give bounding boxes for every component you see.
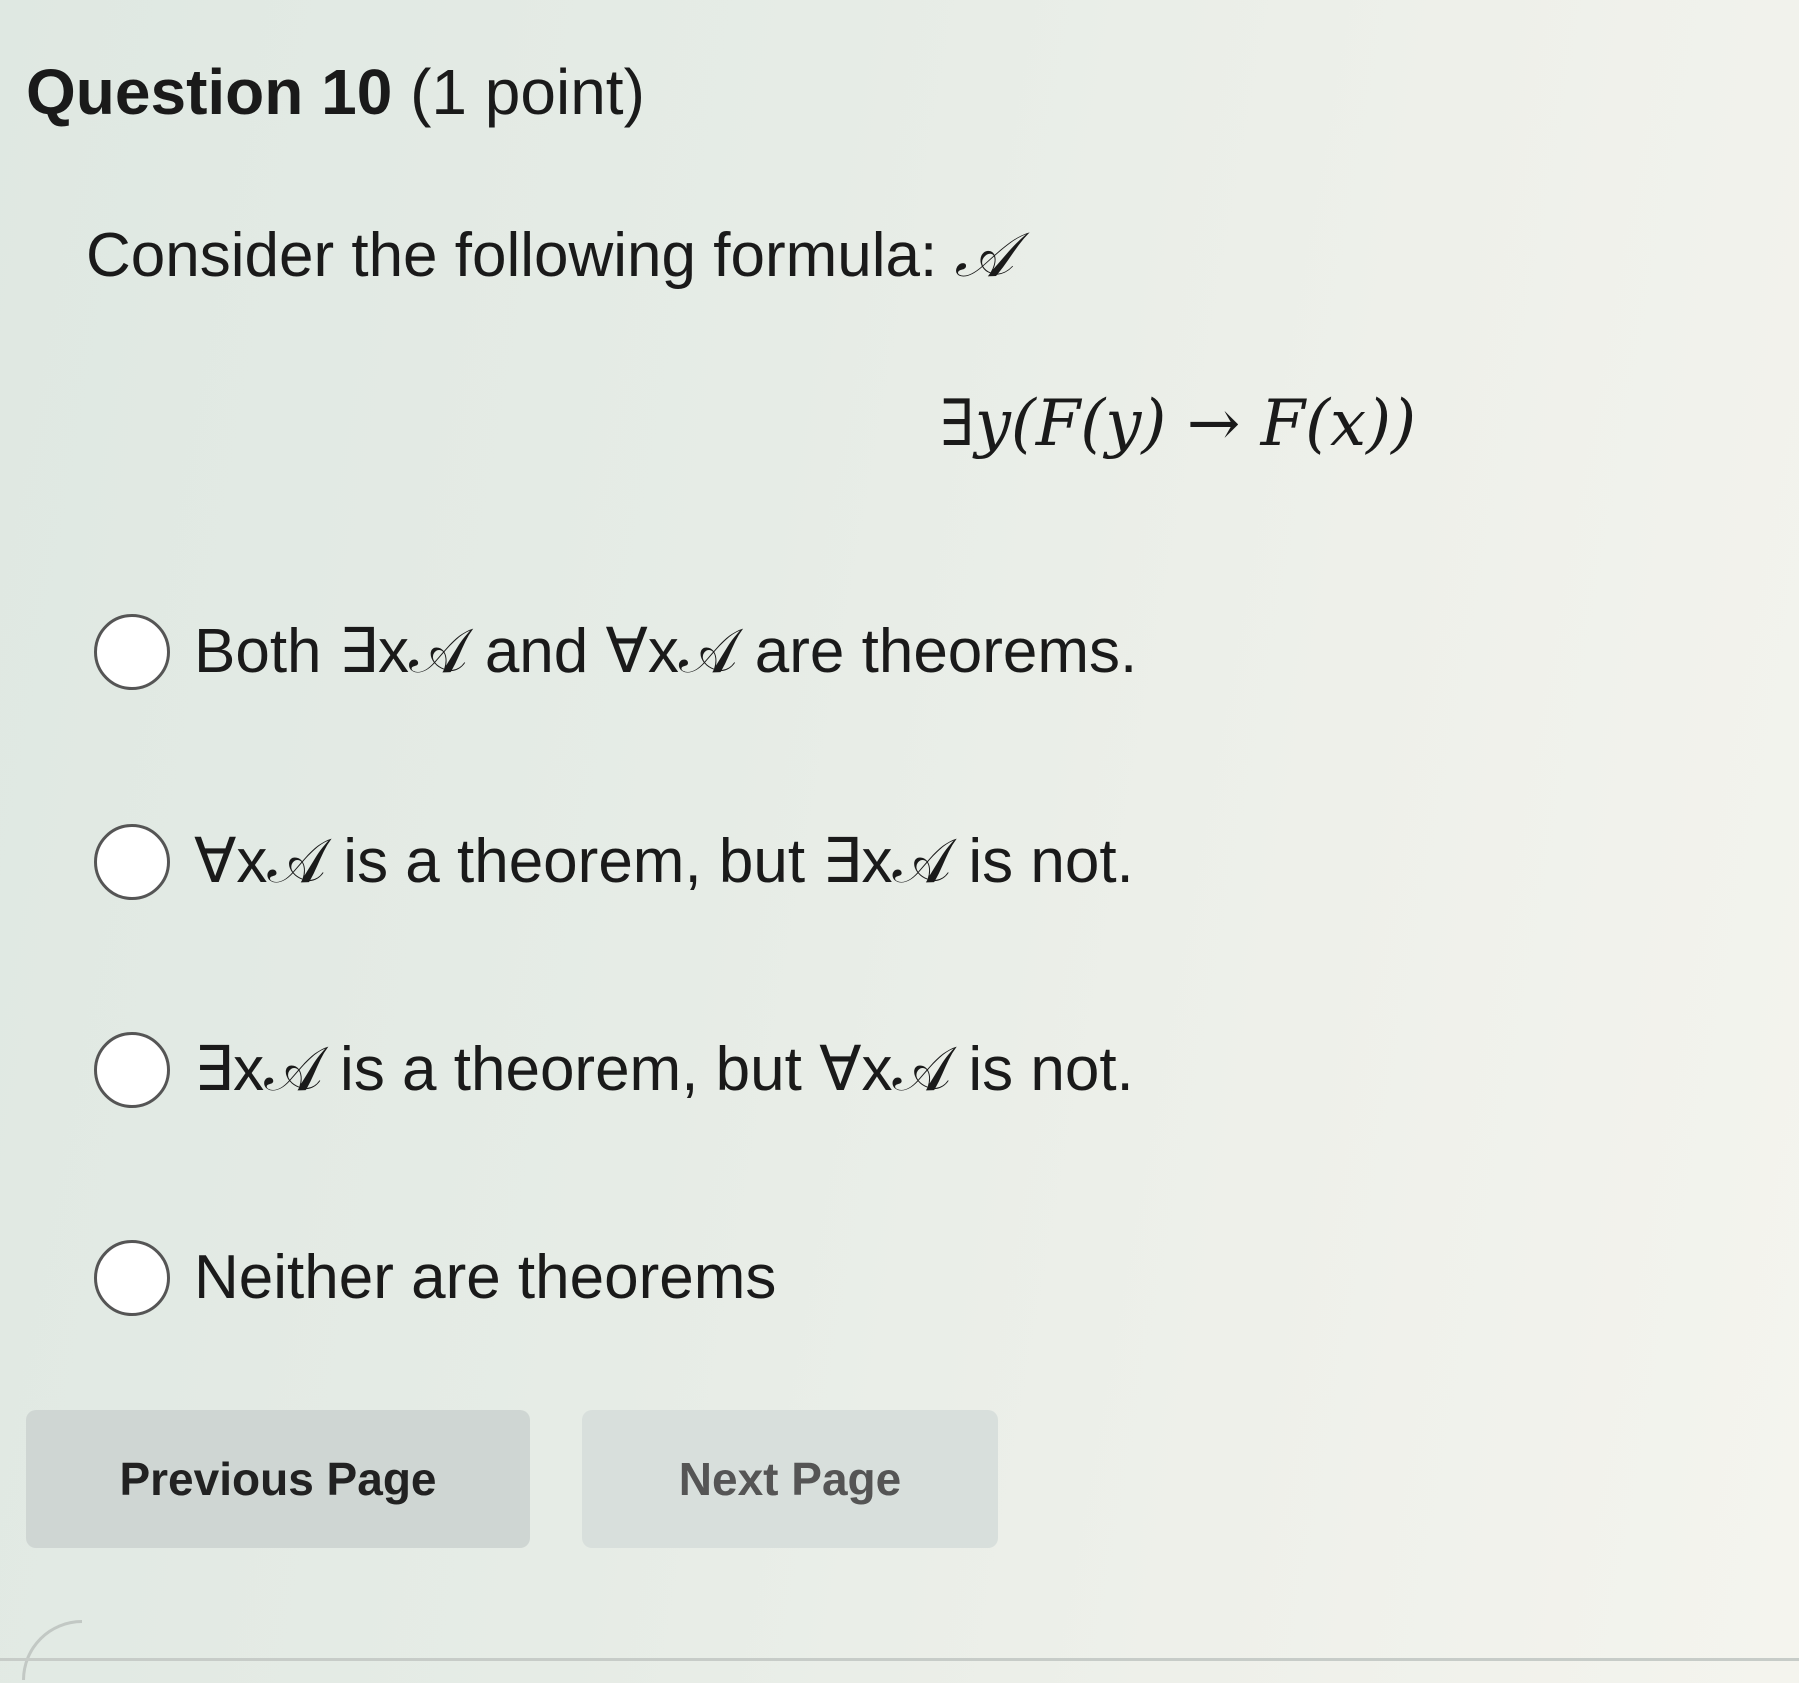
- answer-option[interactable]: Both ∃x𝒜 and ∀x𝒜 are theorems.: [94, 612, 1137, 692]
- radio-button[interactable]: [94, 1240, 170, 1316]
- answer-option[interactable]: Neither are theorems: [94, 1238, 776, 1318]
- prompt-text: Consider the following formula:: [86, 221, 955, 290]
- formula-name: 𝒜: [954, 218, 1014, 291]
- option-label: ∃x𝒜 is a theorem, but ∀x𝒜 is not.: [194, 1035, 1134, 1104]
- option-label: Both ∃x𝒜 and ∀x𝒜 are theorems.: [194, 617, 1138, 686]
- answer-option[interactable]: ∀x𝒜 is a theorem, but ∃x𝒜 is not.: [94, 822, 1134, 902]
- question-prompt: Consider the following formula: 𝒜: [86, 215, 1013, 296]
- question-title: Question 10 (1 point): [26, 52, 645, 132]
- formula-display: ∃y(F(y) → F(x)): [940, 387, 1417, 461]
- option-label: Neither are theorems: [194, 1243, 777, 1312]
- option-label: ∀x𝒜 is a theorem, but ∃x𝒜 is not.: [194, 827, 1134, 896]
- question-points: (1 point): [410, 56, 645, 128]
- previous-page-button[interactable]: Previous Page: [26, 1410, 530, 1548]
- radio-button[interactable]: [94, 614, 170, 690]
- question-number: Question 10: [26, 56, 393, 128]
- radio-button[interactable]: [94, 824, 170, 900]
- answer-option[interactable]: ∃x𝒜 is a theorem, but ∀x𝒜 is not.: [94, 1030, 1134, 1110]
- decorative-arc: [22, 1620, 82, 1680]
- next-page-button[interactable]: Next Page: [582, 1410, 998, 1548]
- divider: [0, 1658, 1799, 1661]
- radio-button[interactable]: [94, 1032, 170, 1108]
